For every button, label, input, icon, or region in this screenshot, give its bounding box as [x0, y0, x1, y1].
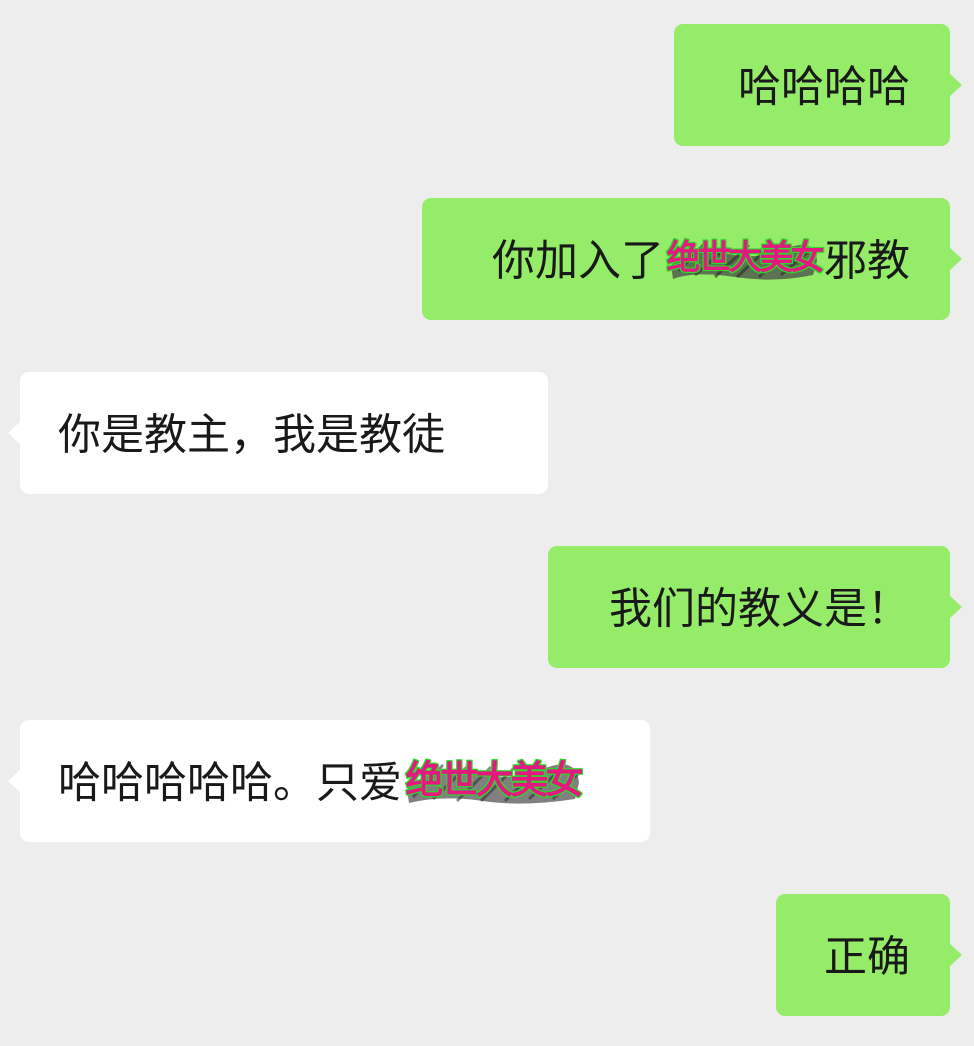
- sticker-label: 绝世大美女: [666, 237, 826, 279]
- message-text: 我们的教义是！: [609, 584, 910, 635]
- sticker-label: 绝世大美女: [404, 757, 584, 803]
- message-text: 哈哈哈哈: [738, 62, 910, 113]
- message-text: 邪教: [824, 236, 910, 287]
- message-text: 你是教主，我是教徒: [58, 410, 445, 461]
- incoming-message-bubble[interactable]: 哈哈哈哈哈。只爱 绝世大美女: [8, 720, 650, 842]
- sticker-icon: 绝世大美女: [403, 753, 585, 807]
- outgoing-message-bubble[interactable]: 正确: [776, 894, 962, 1016]
- outgoing-message-bubble[interactable]: 我们的教义是！: [548, 546, 962, 668]
- outgoing-message-bubble[interactable]: 你加入了 绝世大美女 邪教: [422, 198, 962, 320]
- message-text: 你加入了: [492, 236, 664, 287]
- sticker-icon: 绝世大美女: [665, 231, 826, 285]
- message-text: 正确: [824, 932, 910, 983]
- outgoing-message-bubble[interactable]: 哈哈哈哈: [674, 24, 962, 146]
- message-text: 哈哈哈哈哈。只爱: [58, 758, 402, 809]
- incoming-message-bubble[interactable]: 你是教主，我是教徒: [8, 372, 548, 494]
